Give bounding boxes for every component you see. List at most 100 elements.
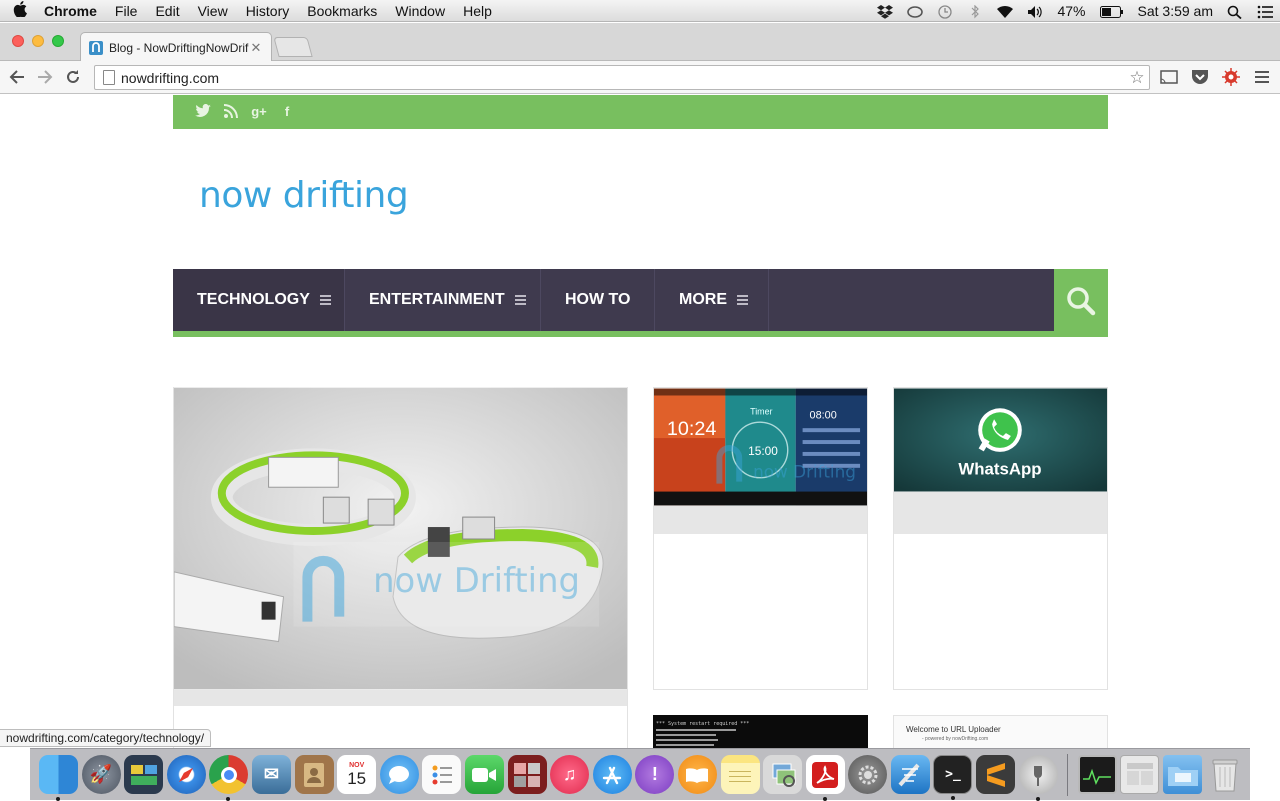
nav-underline	[173, 331, 1108, 337]
time-machine-icon[interactable]	[930, 0, 960, 22]
main-navigation: TECHNOLOGY ENTERTAINMENT HOW TO MORE	[173, 269, 1108, 337]
menu-history[interactable]: History	[237, 0, 299, 22]
search-button[interactable]	[1054, 269, 1108, 331]
whatsapp-label: WhatsApp	[958, 460, 1041, 479]
featured-post-card[interactable]: now Drifting	[173, 387, 628, 748]
mamp-icon[interactable]	[1120, 755, 1160, 794]
web-page: g+ f now drifting TECHNOLOGY ENTERTAINME…	[0, 95, 1280, 748]
calendar-day: 15	[347, 769, 367, 788]
photo-booth-icon[interactable]	[507, 755, 547, 794]
trash-icon[interactable]	[1206, 755, 1245, 794]
activity-monitor-icon[interactable]	[1077, 755, 1117, 794]
dropbox-icon[interactable]	[870, 0, 900, 22]
google-plus-icon[interactable]: g+	[251, 104, 267, 120]
tab-active[interactable]: Blog - NowDriftingNowDrif ✕	[80, 32, 272, 62]
messages-icon[interactable]	[379, 755, 419, 794]
post-card-android[interactable]: 10:24 Timer 15:00 08:00 now Drifting	[653, 387, 868, 690]
battery-icon[interactable]	[1093, 0, 1131, 22]
bluetooth-icon[interactable]	[960, 0, 990, 22]
unknown-app-icon[interactable]	[1018, 755, 1058, 801]
menu-bar: Chrome File Edit View History Bookmarks …	[0, 0, 1280, 22]
minimize-window-button[interactable]	[32, 35, 44, 47]
notes-icon[interactable]	[720, 755, 760, 794]
menu-window[interactable]: Window	[386, 0, 454, 22]
zoom-window-button[interactable]	[52, 35, 64, 47]
nav-item-more[interactable]: MORE	[655, 269, 769, 331]
post-card-whatsapp[interactable]: WhatsApp	[893, 387, 1108, 690]
xcode-icon[interactable]	[890, 755, 930, 794]
reload-icon[interactable]	[62, 66, 84, 88]
finder-icon[interactable]	[39, 755, 78, 801]
wifi-icon[interactable]	[990, 0, 1020, 22]
menu-help[interactable]: Help	[454, 0, 501, 22]
contacts-icon[interactable]	[294, 755, 334, 794]
android-post-image: 10:24 Timer 15:00 08:00 now Drifting	[654, 388, 867, 506]
notification-center-icon[interactable]	[1250, 0, 1280, 22]
creative-cloud-icon[interactable]	[900, 0, 930, 22]
clock[interactable]: Sat 3:59 am	[1131, 0, 1221, 22]
sublime-icon[interactable]	[976, 755, 1016, 794]
ibooks-icon[interactable]	[677, 755, 717, 794]
itunes-icon[interactable]: ♫	[550, 755, 590, 794]
address-bar[interactable]: ☆	[94, 65, 1150, 90]
post-card-uploader[interactable]: Welcome to URL Uploader - powered by now…	[893, 715, 1108, 748]
site-logo[interactable]: now drifting	[199, 175, 409, 216]
feedback-icon[interactable]: !	[635, 755, 675, 794]
chrome-menu-icon[interactable]	[1251, 66, 1273, 88]
browser-toolbar: ☆	[0, 61, 1280, 94]
android-time-2: 15:00	[748, 444, 778, 458]
bookmark-star-icon[interactable]: ☆	[1125, 68, 1149, 88]
mission-control-icon[interactable]	[124, 755, 164, 794]
launchpad-icon[interactable]: 🚀	[81, 755, 121, 794]
menu-file[interactable]: File	[106, 0, 147, 22]
close-tab-icon[interactable]: ✕	[249, 40, 263, 56]
menu-edit[interactable]: Edit	[146, 0, 188, 22]
menu-icon	[514, 293, 526, 307]
new-tab-button[interactable]	[273, 37, 313, 57]
mail-icon[interactable]: ✉	[251, 755, 291, 794]
whatsapp-post-image: WhatsApp	[894, 388, 1107, 492]
menu-view[interactable]: View	[189, 0, 237, 22]
nav-label: MORE	[679, 291, 727, 308]
close-window-button[interactable]	[12, 35, 24, 47]
nav-item-entertainment[interactable]: ENTERTAINMENT	[345, 269, 541, 331]
acrobat-icon[interactable]	[805, 755, 845, 801]
safari-icon[interactable]	[166, 755, 206, 794]
pocket-icon[interactable]	[1189, 66, 1211, 88]
facetime-icon[interactable]	[464, 755, 504, 794]
system-preferences-icon[interactable]	[848, 755, 888, 794]
status-bubble: nowdrifting.com/category/technology/	[0, 729, 212, 747]
back-icon[interactable]	[6, 66, 28, 88]
facebook-icon[interactable]: f	[279, 104, 295, 120]
folder-icon[interactable]	[1163, 755, 1203, 794]
app-menu[interactable]: Chrome	[40, 0, 106, 22]
forward-icon[interactable]	[34, 66, 56, 88]
menu-bookmarks[interactable]: Bookmarks	[298, 0, 386, 22]
volume-icon[interactable]	[1020, 0, 1050, 22]
reminders-icon[interactable]	[422, 755, 462, 794]
app-store-icon[interactable]	[592, 755, 632, 794]
chrome-icon[interactable]	[209, 755, 249, 801]
nav-item-technology[interactable]: TECHNOLOGY	[173, 269, 345, 331]
post-card-terminal[interactable]: *** System restart required ***	[653, 715, 868, 748]
preview-icon[interactable]	[763, 755, 803, 794]
terminal-post-image: *** System restart required ***	[653, 715, 868, 748]
menu-icon	[319, 293, 331, 307]
dock-separator	[1067, 753, 1069, 796]
calendar-icon[interactable]: NOV 15	[337, 755, 377, 794]
site-favicon-icon	[89, 40, 103, 55]
apple-menu-icon[interactable]	[0, 0, 40, 21]
cast-icon[interactable]	[1158, 66, 1180, 88]
card-excerpt-band	[654, 506, 867, 534]
android-time-1: 10:24	[667, 418, 717, 440]
extension-icon[interactable]	[1220, 66, 1242, 88]
terminal-icon[interactable]: >_	[933, 755, 973, 800]
twitter-icon[interactable]	[195, 103, 211, 120]
url-input[interactable]	[121, 69, 1125, 86]
spotlight-icon[interactable]	[1220, 0, 1250, 22]
watermark-text: now Drifting	[373, 561, 580, 600]
rss-icon[interactable]	[223, 104, 239, 120]
nav-item-how-to[interactable]: HOW TO	[541, 269, 655, 331]
search-icon	[1067, 287, 1096, 316]
terminal-line: *** System restart required ***	[656, 721, 749, 727]
